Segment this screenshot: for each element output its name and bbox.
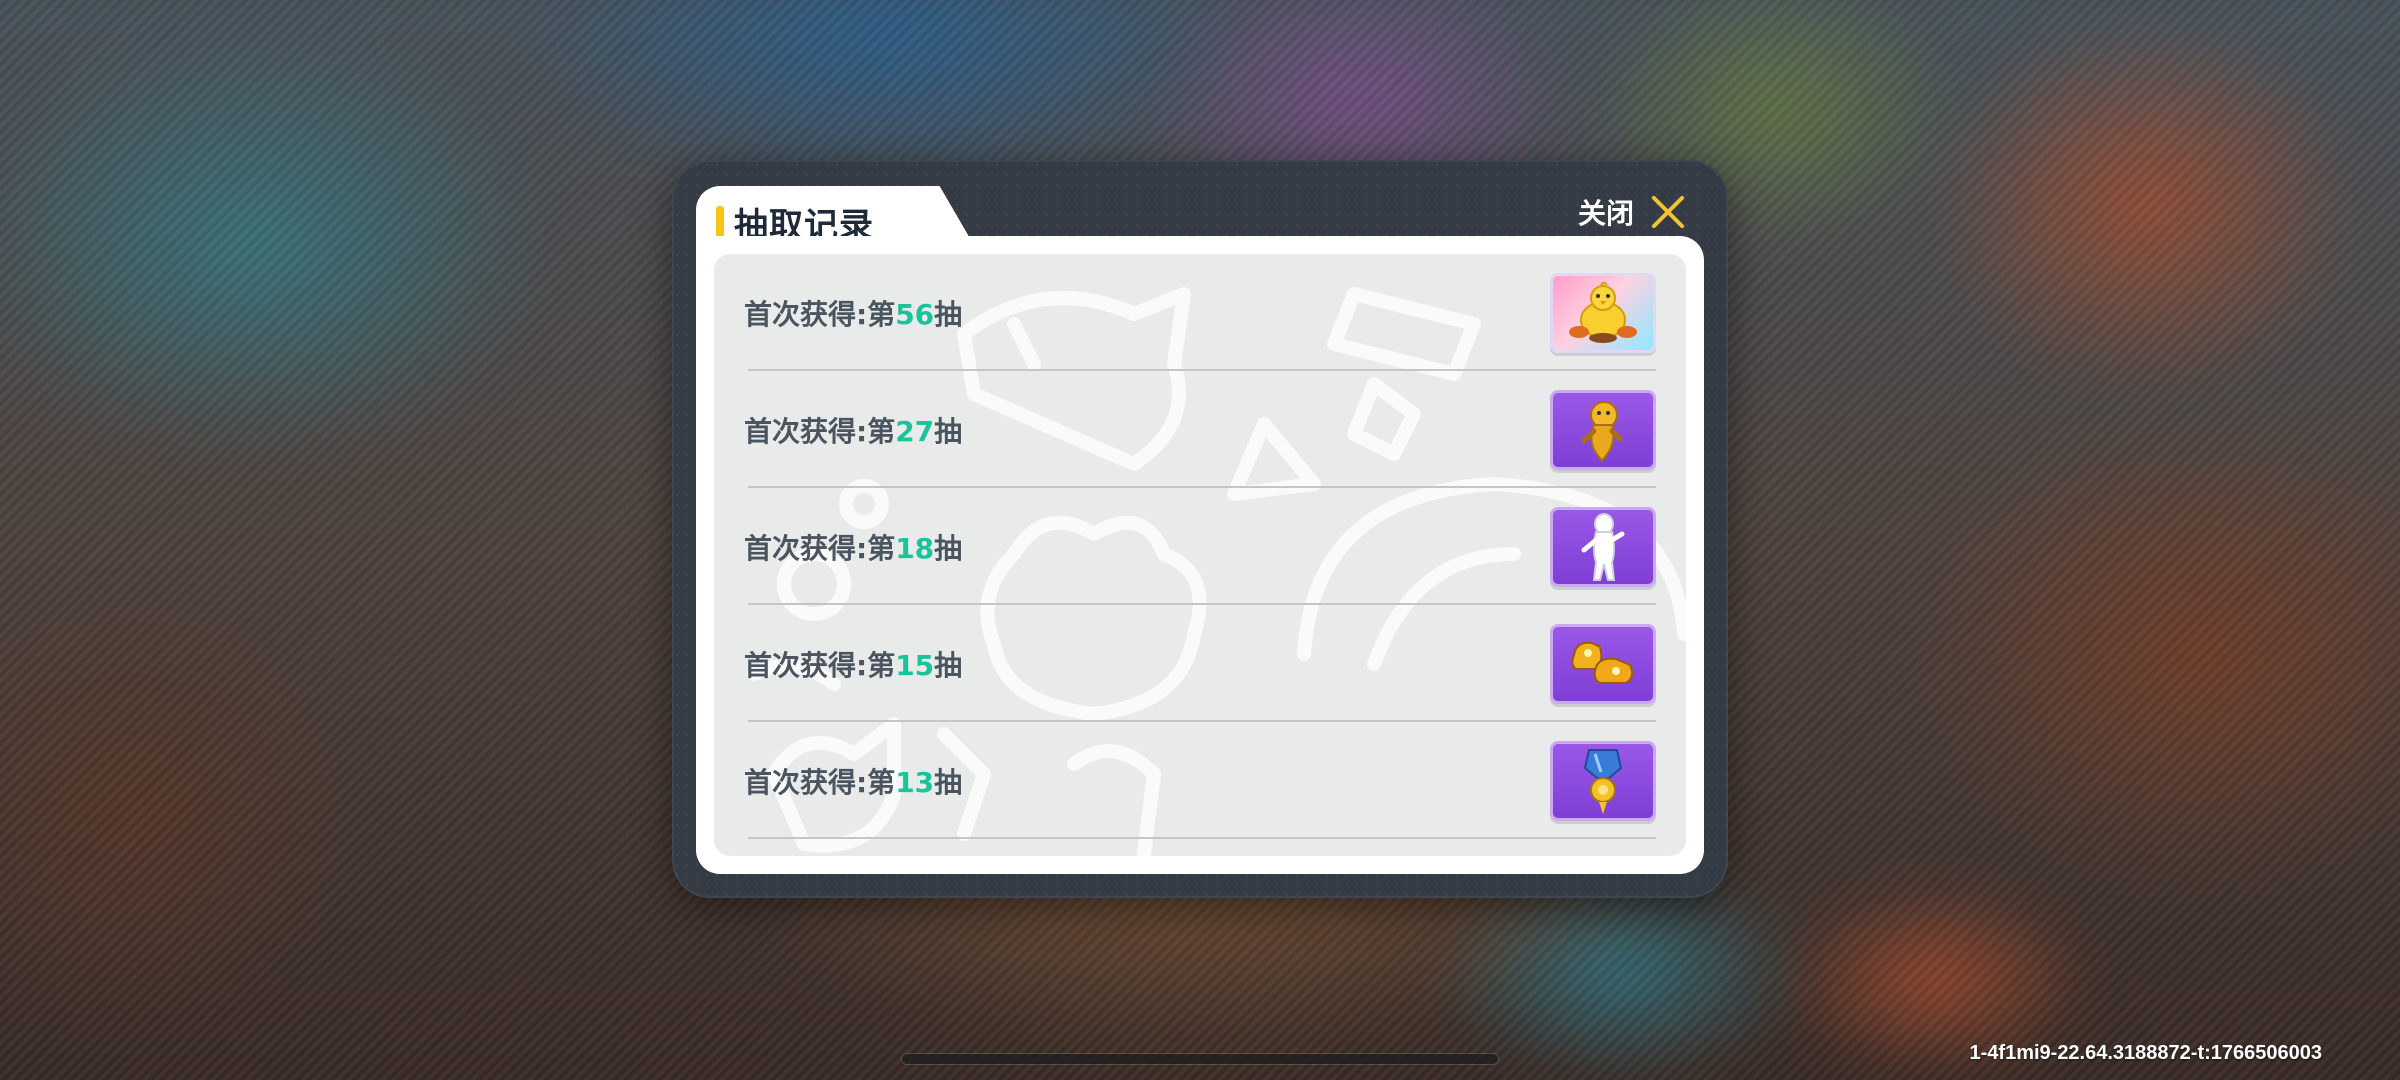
reward-item-slot[interactable] [1550,740,1656,821]
draw-count: 56 [895,297,935,331]
record-text: 首次获得:第13抽 [744,765,963,799]
white-character-icon [1581,512,1625,581]
golden-shoes-icon [1571,641,1634,684]
reward-item-slot[interactable] [1550,389,1656,470]
title-accent-bar [716,206,724,238]
record-text: 首次获得:第56抽 [744,297,963,331]
close-icon [1650,194,1686,230]
reward-item-slot[interactable] [1550,272,1656,353]
record-list: 首次获得:第56抽 首次获得:第27抽 首次获得:第18抽 首次获得:第15抽 … [714,254,1686,839]
record-row: 首次获得:第18抽 [714,488,1686,605]
draw-count: 15 [895,648,935,682]
chick-plush-icon [1569,281,1637,343]
reward-item-slot[interactable] [1550,623,1656,704]
record-text: 首次获得:第15抽 [744,648,963,682]
draw-count: 27 [895,414,935,448]
home-indicator-bar[interactable] [902,1054,1498,1064]
record-row: 首次获得:第15抽 [714,605,1686,722]
blue-medal-icon [1583,748,1623,814]
close-label: 关闭 [1577,197,1634,230]
record-row: 首次获得:第27抽 [714,371,1686,488]
golden-character-icon [1581,400,1623,463]
record-row: 首次获得:第13抽 [714,722,1686,839]
draw-count: 18 [895,531,935,565]
draw-count: 13 [895,765,935,799]
reward-item-slot[interactable] [1550,506,1656,587]
record-list-area[interactable]: 首次获得:第56抽 首次获得:第27抽 首次获得:第18抽 首次获得:第15抽 … [714,254,1686,856]
record-row: 首次获得:第56抽 [714,254,1686,371]
record-text: 首次获得:第27抽 [744,414,963,448]
session-watermark: 1-4f1mi9-22.64.3188872-t:1766506003 [1969,1042,2323,1064]
draw-record-dialog: 抽取记录 关闭 首次获得:第56抽 首次获得:第27抽 首次获得:第18抽 首次… [672,160,1728,898]
record-text: 首次获得:第18抽 [744,531,963,565]
record-panel: 首次获得:第56抽 首次获得:第27抽 首次获得:第18抽 首次获得:第15抽 … [696,236,1704,874]
close-button[interactable]: 关闭 [1578,182,1686,242]
